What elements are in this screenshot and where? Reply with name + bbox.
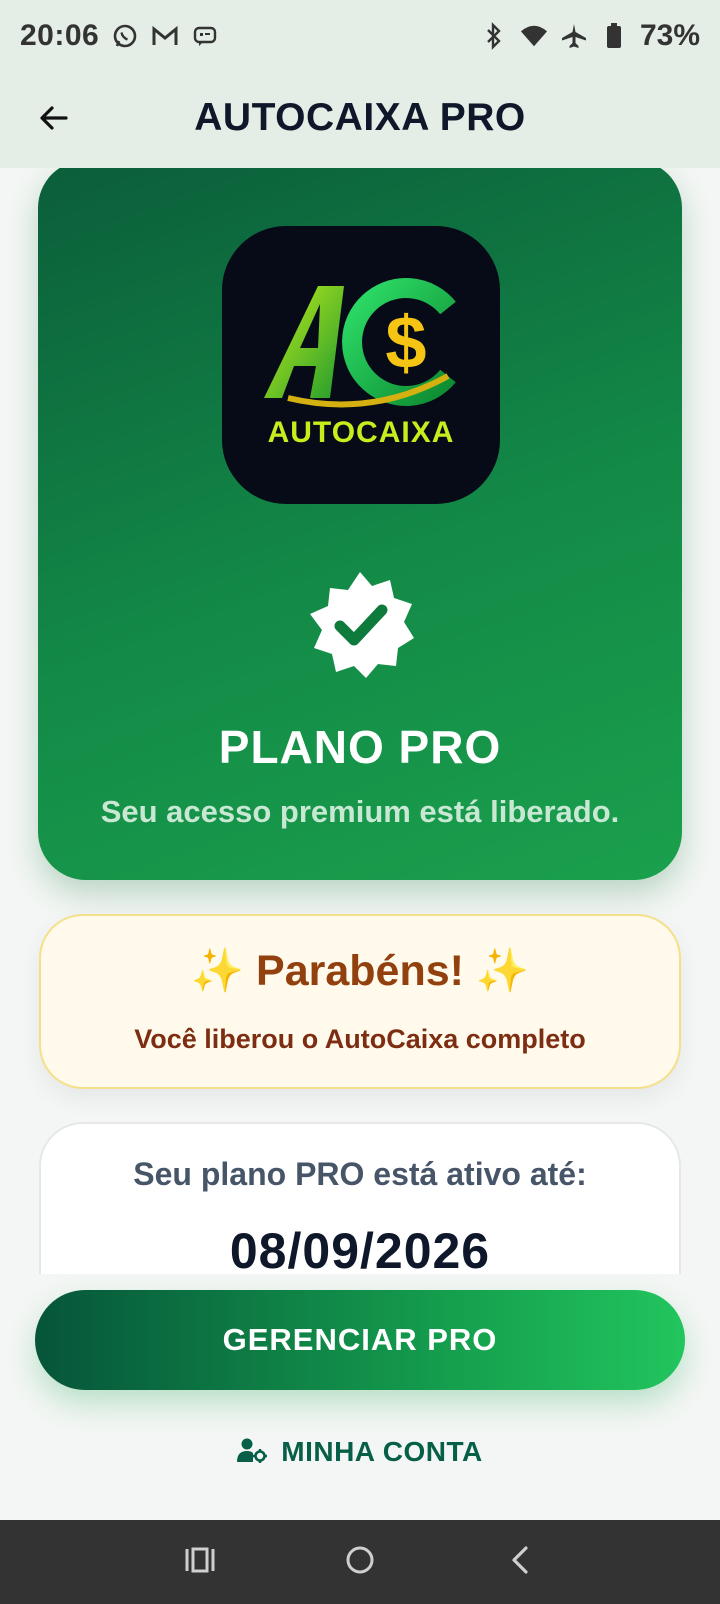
my-account-link[interactable]: MINHA CONTA — [0, 1430, 720, 1474]
battery-percent: 73% — [639, 19, 700, 52]
logo-mark-icon: $ — [264, 278, 456, 408]
active-plan-date: 08/09/2026 — [229, 1223, 491, 1274]
active-plan-label: Seu plano PRO está ativo até: — [133, 1156, 587, 1192]
user-gear-icon — [237, 1436, 268, 1469]
page-title: AUTOCAIXA PRO — [194, 96, 526, 139]
scroll-content[interactable]: $ AUTOCAIXA PLANO PRO Seu acesso premium… — [0, 168, 720, 1274]
battery-icon — [600, 22, 628, 50]
app-logo: $ AUTOCAIXA — [222, 226, 500, 504]
congrats-card: ✨ Parabéns! ✨ Você liberou o AutoCaixa c… — [39, 914, 681, 1089]
logo-wordmark: AUTOCAIXA — [267, 416, 455, 449]
wifi-icon — [520, 22, 548, 50]
recents-icon — [184, 1546, 216, 1579]
status-right: 73% — [480, 19, 700, 53]
manage-pro-button[interactable]: GERENCIAR PRO — [35, 1290, 685, 1390]
active-plan-card: Seu plano PRO está ativo até: 08/09/2026 — [39, 1122, 681, 1274]
app-bar: AUTOCAIXA PRO — [0, 72, 720, 168]
back-icon — [506, 1544, 534, 1581]
bluetooth-icon — [480, 22, 508, 50]
plan-hero-card: $ AUTOCAIXA PLANO PRO Seu acesso premium… — [38, 168, 682, 880]
status-bar: 20:06 73% — [0, 0, 720, 72]
status-left: 20:06 — [20, 19, 219, 53]
my-account-label: MINHA CONTA — [281, 1436, 483, 1467]
plan-subtitle: Seu acesso premium está liberado. — [100, 794, 620, 829]
status-time: 20:06 — [20, 19, 100, 52]
verified-badge-icon — [304, 568, 416, 680]
home-button[interactable] — [330, 1532, 390, 1592]
plan-title: PLANO PRO — [218, 721, 502, 773]
home-icon — [344, 1544, 376, 1581]
gmail-icon — [151, 22, 179, 50]
recents-button[interactable] — [170, 1532, 230, 1592]
whatsapp-icon — [111, 22, 139, 50]
message-icon — [191, 22, 219, 50]
back-nav-button[interactable] — [490, 1532, 550, 1592]
congrats-title: ✨ Parabéns! ✨ — [190, 947, 530, 995]
svg-text:$: $ — [385, 301, 426, 384]
airplane-icon — [560, 22, 588, 50]
system-nav-bar — [0, 1520, 720, 1604]
congrats-subtitle: Você liberou o AutoCaixa completo — [134, 1024, 586, 1054]
